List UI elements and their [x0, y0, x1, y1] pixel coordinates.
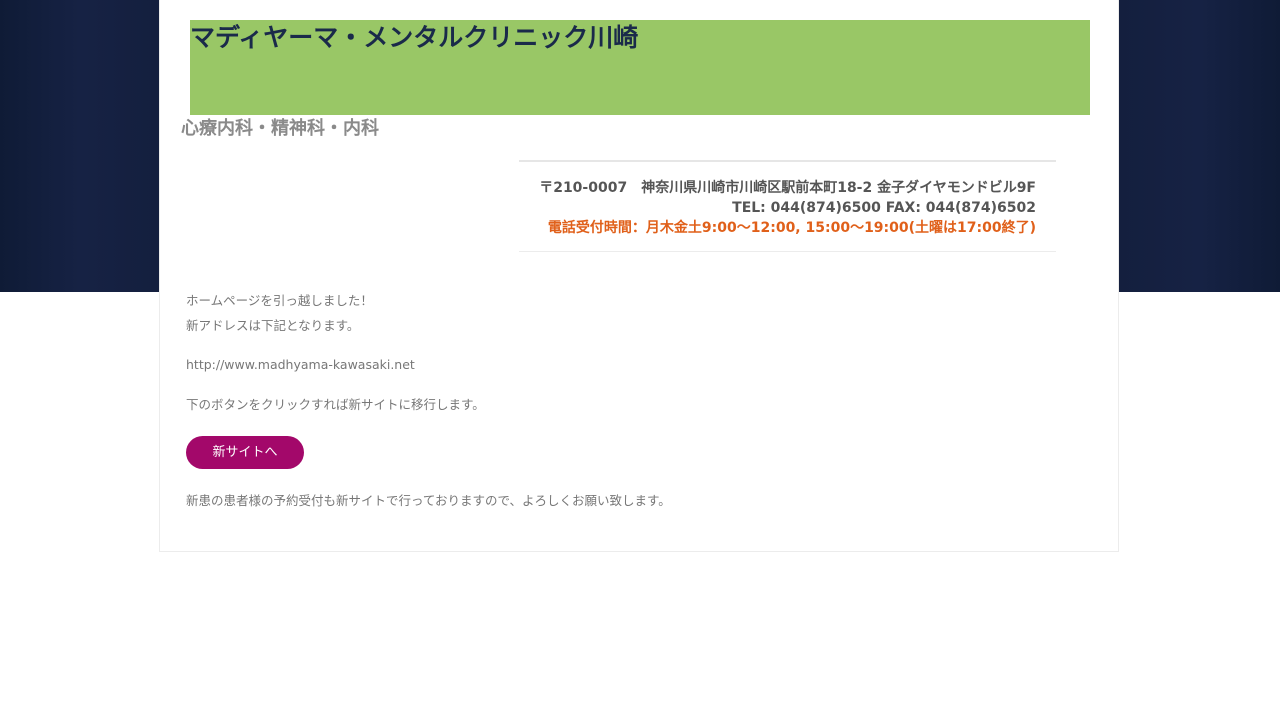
clinic-address: 〒210-0007 神奈川県川崎市川崎区駅前本町18-2 金子ダイヤモンドビル9… — [539, 180, 1036, 196]
page-container: マディヤーマ・メンタルクリニック川崎 心療内科・精神科・内科 〒210-0007… — [159, 0, 1119, 552]
phone-reception-hours: 電話受付時間：月木金土9:00〜12:00, 15:00〜19:00(土曜は17… — [547, 220, 1036, 236]
clinic-phone-fax: TEL: 044(874)6500 FAX: 044(874)6502 — [732, 200, 1036, 216]
title-banner: マディヤーマ・メンタルクリニック川崎 — [190, 20, 1090, 115]
new-address-intro: 新アドレスは下記となります。 — [186, 318, 360, 333]
contact-info-box: 〒210-0007 神奈川県川崎市川崎区駅前本町18-2 金子ダイヤモンドビル9… — [519, 160, 1056, 252]
site-title: マディヤーマ・メンタルクリニック川崎 — [190, 23, 639, 52]
new-site-button[interactable]: 新サイトへ — [186, 436, 304, 469]
moved-notice: ホームページを引っ越しました！ — [186, 293, 373, 308]
clinic-departments: 心療内科・精神科・内科 — [181, 118, 379, 139]
new-site-url[interactable]: http://www.madhyama-kawasaki.net — [186, 356, 415, 374]
click-instruction: 下のボタンをクリックすれば新サイトに移行します。 — [186, 397, 485, 412]
reservation-note: 新患の患者様の予約受付も新サイトで行っておりますので、よろしくお願い致します。 — [186, 493, 671, 508]
